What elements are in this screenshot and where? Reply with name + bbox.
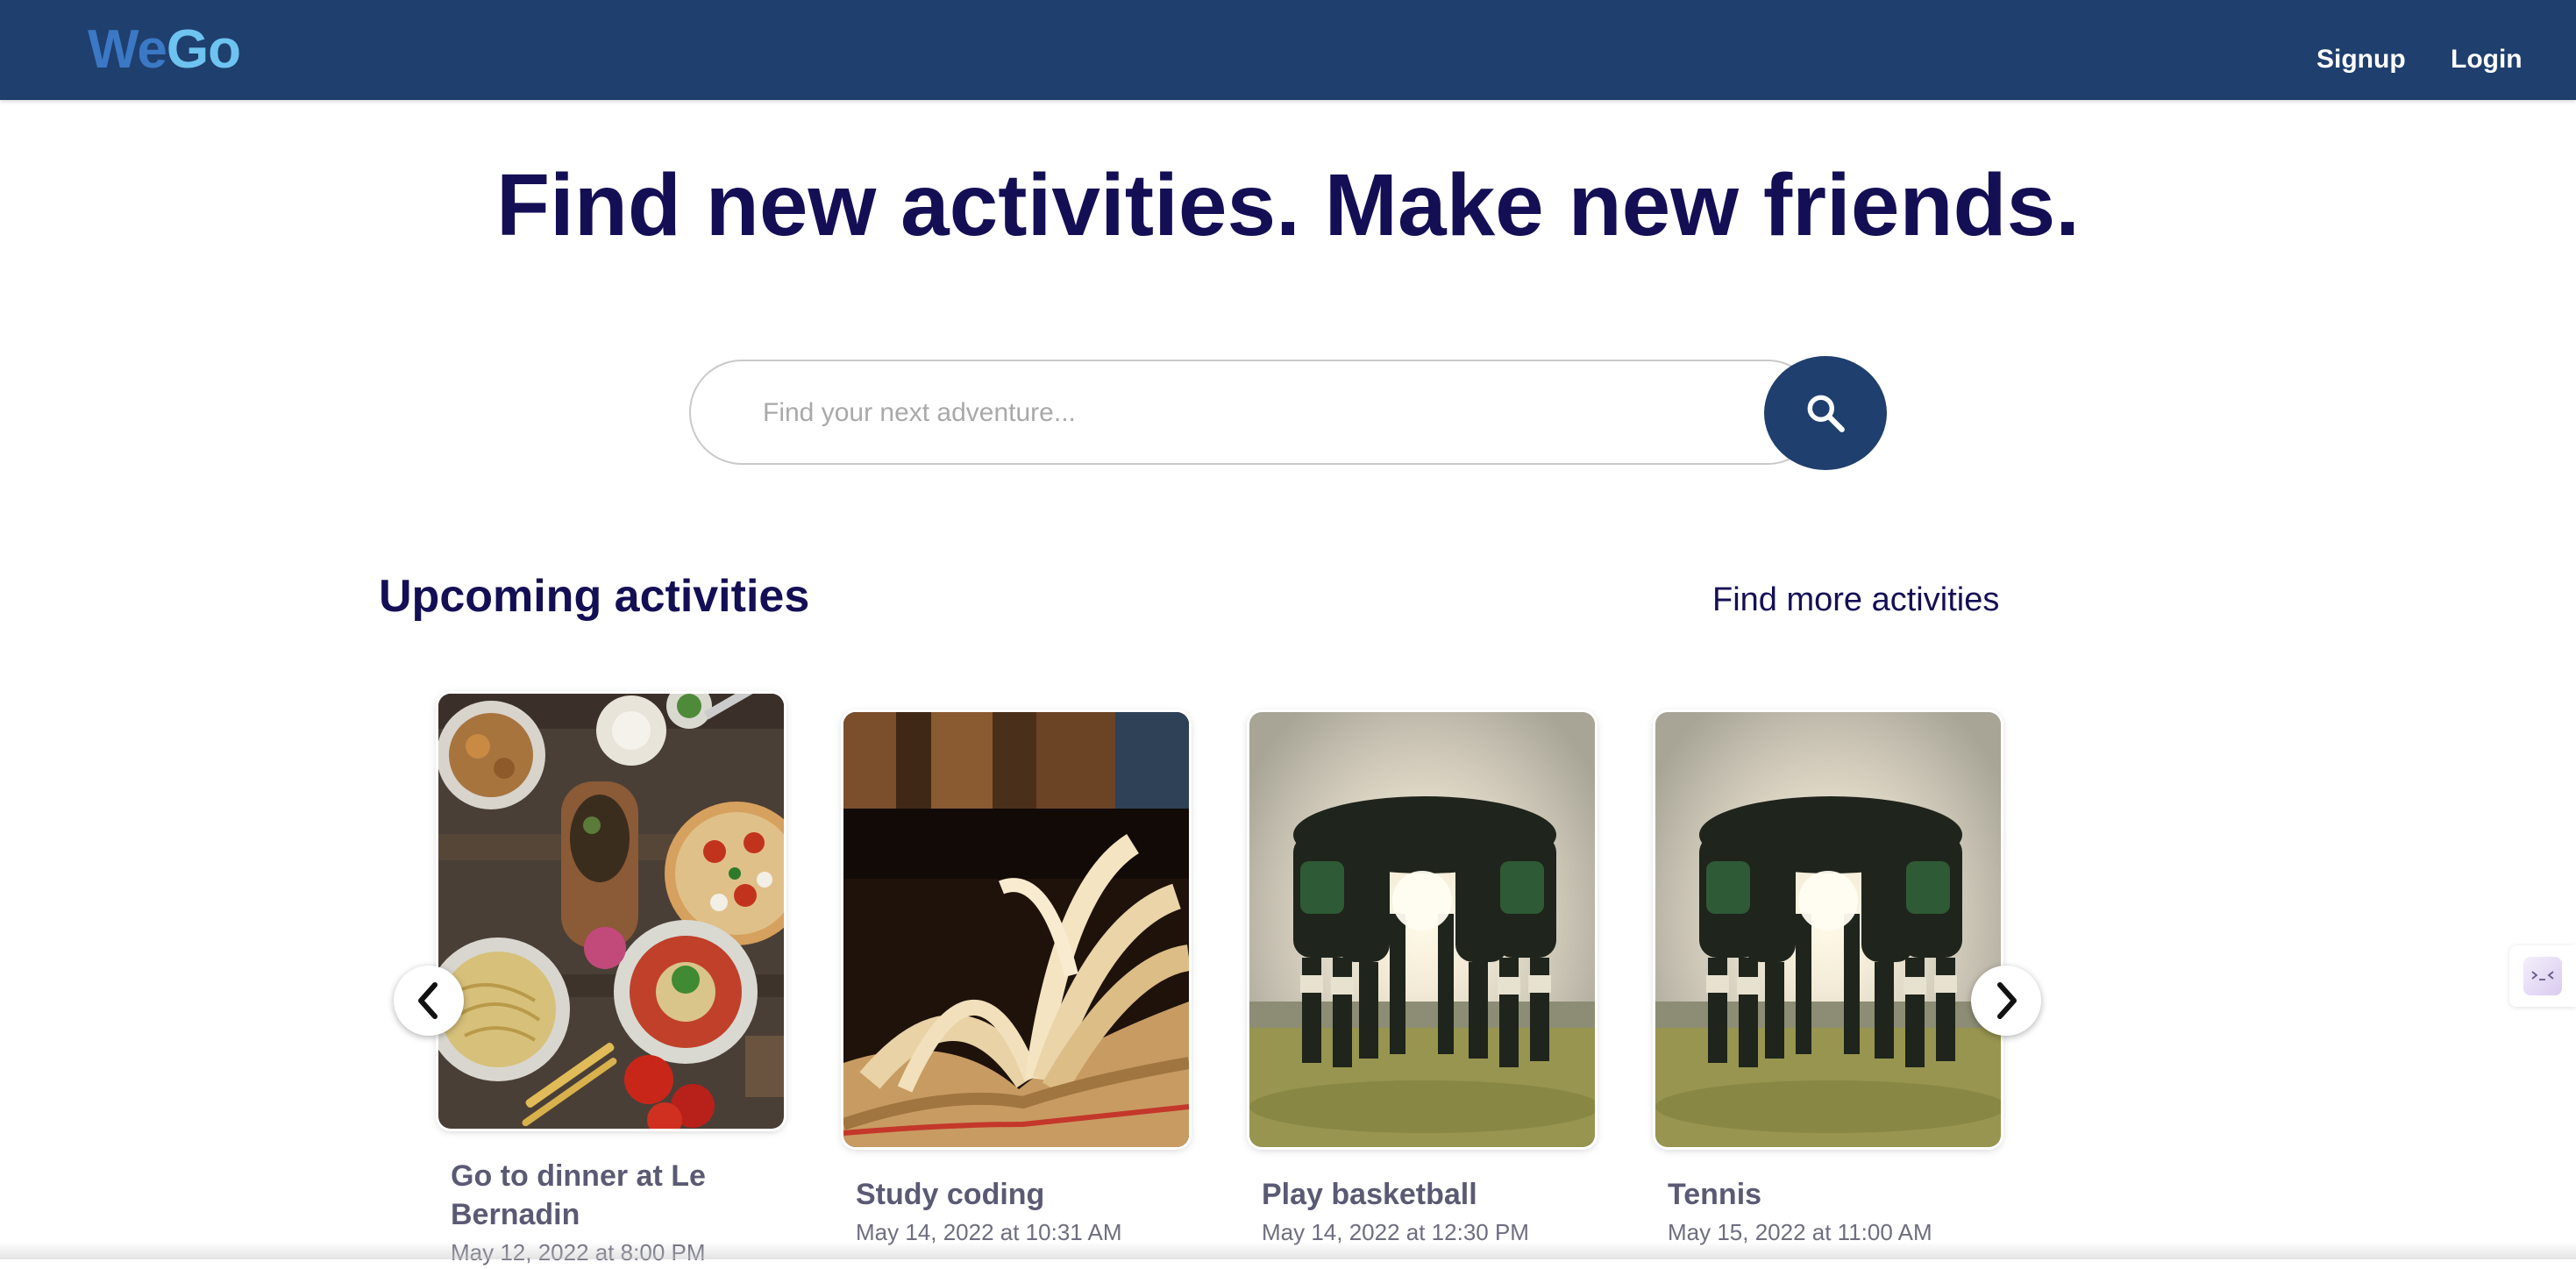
- logo-part-go: Go: [166, 19, 241, 80]
- activity-card[interactable]: Play basketball May 14, 2022 at 12:30 PM: [1249, 712, 1595, 1249]
- chevron-left-icon: [414, 980, 444, 1021]
- login-link[interactable]: Login: [2451, 40, 2523, 79]
- logo-part-we: We: [88, 19, 167, 80]
- food-spread-image: [438, 694, 784, 1129]
- search-input[interactable]: [761, 386, 1720, 440]
- hero-title: Find new activities. Make new friends.: [495, 156, 2081, 254]
- open-book-image: [843, 712, 1189, 1147]
- page-bottom-edge: [0, 1242, 2576, 1259]
- signup-link[interactable]: Signup: [2316, 40, 2406, 79]
- activity-card[interactable]: Go to dinner at Le Bernadin May 12, 2022…: [438, 694, 784, 1269]
- side-extension-widget[interactable]: [2509, 945, 2576, 1007]
- activity-title[interactable]: Go to dinner at Le Bernadin: [438, 1157, 784, 1234]
- team-huddle-image: [1655, 712, 2001, 1147]
- search-button[interactable]: [1764, 356, 1887, 470]
- search-bar: [689, 360, 1820, 465]
- carousel-prev-button[interactable]: [394, 966, 464, 1036]
- section-title-upcoming: Upcoming activities: [379, 571, 810, 622]
- activity-card[interactable]: Tennis May 15, 2022 at 11:00 AM: [1655, 712, 2001, 1249]
- activity-card[interactable]: Study coding May 14, 2022 at 10:31 AM: [843, 712, 1189, 1249]
- search-icon: [1804, 391, 1847, 435]
- activity-title[interactable]: Tennis: [1655, 1175, 2001, 1214]
- navbar: WeGo Signup Login: [0, 0, 2576, 100]
- activity-title[interactable]: Play basketball: [1249, 1175, 1595, 1214]
- extension-icon: [2523, 957, 2562, 995]
- find-more-activities-link[interactable]: Find more activities: [1712, 577, 1999, 623]
- team-huddle-image: [1249, 712, 1595, 1147]
- chevron-right-icon: [1991, 980, 2021, 1021]
- activity-title[interactable]: Study coding: [843, 1175, 1189, 1214]
- carousel-next-button[interactable]: [1971, 966, 2041, 1036]
- logo[interactable]: WeGo: [88, 18, 241, 82]
